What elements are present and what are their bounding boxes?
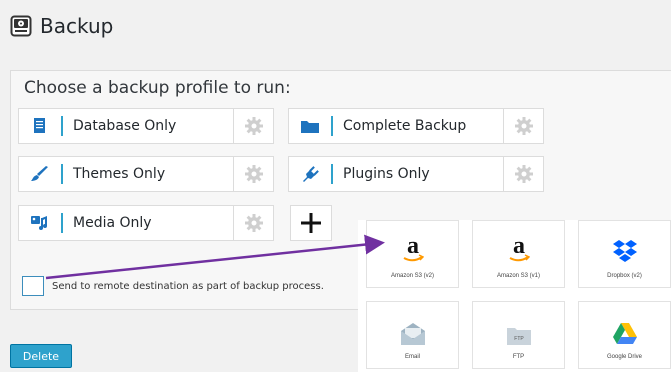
profile-plugins-only[interactable]: Plugins Only: [288, 156, 544, 192]
delete-button[interactable]: Delete: [10, 344, 72, 368]
destination-label: Amazon S3 (v1): [496, 273, 541, 279]
profile-label: Plugins Only: [343, 166, 430, 182]
gear-icon: [244, 165, 263, 183]
remote-destination-checkbox[interactable]: [22, 276, 44, 296]
profile-label: Themes Only: [73, 166, 166, 182]
profile-settings-button[interactable]: [233, 109, 273, 143]
svg-text:a: a: [513, 233, 525, 259]
destination-label: Dropbox (v2): [607, 273, 642, 279]
destination-amazon-s3-v1[interactable]: a Amazon S3 (v1): [472, 220, 565, 288]
destination-amazon-s3-v2[interactable]: a Amazon S3 (v2): [366, 220, 459, 288]
destination-label: FTP: [512, 354, 525, 360]
media-icon: [31, 216, 47, 230]
destination-dropbox-v2[interactable]: Dropbox (v2): [578, 220, 671, 288]
amazon-icon: a: [508, 229, 530, 265]
gear-icon: [514, 165, 533, 183]
gear-icon: [244, 214, 263, 232]
profile-database-only[interactable]: Database Only: [18, 108, 274, 144]
profile-complete-backup[interactable]: Complete Backup: [288, 108, 544, 144]
profile-settings-button[interactable]: [503, 157, 543, 191]
gear-icon: [244, 117, 263, 135]
destination-ftp[interactable]: FTP FTP: [472, 301, 565, 369]
dropbox-icon: [612, 229, 638, 265]
add-profile-button[interactable]: [290, 205, 332, 241]
profile-settings-button[interactable]: [503, 109, 543, 143]
plugin-icon: [303, 166, 319, 182]
paintbrush-icon: [31, 166, 48, 181]
remote-destination-label: Send to remote destination as part of ba…: [52, 280, 324, 292]
profile-themes-only[interactable]: Themes Only: [18, 156, 274, 192]
page-title: Backup: [40, 14, 114, 38]
gear-icon: [514, 117, 533, 135]
remote-destination-option: Send to remote destination as part of ba…: [22, 276, 324, 296]
ftp-icon: FTP: [506, 310, 532, 346]
profile-label: Database Only: [73, 118, 177, 134]
destination-label: Amazon S3 (v2): [390, 273, 435, 279]
svg-text:a: a: [407, 233, 419, 259]
folder-icon: [301, 121, 319, 133]
email-icon: [400, 310, 426, 346]
choose-profile-label: Choose a backup profile to run:: [24, 78, 291, 98]
google-drive-icon: [612, 310, 638, 346]
database-icon: [34, 118, 45, 133]
svg-text:FTP: FTP: [514, 336, 524, 342]
plus-icon: [301, 213, 321, 233]
destination-google-drive[interactable]: Google Drive: [578, 301, 671, 369]
profile-label: Complete Backup: [343, 118, 467, 134]
profile-label: Media Only: [73, 215, 152, 231]
destination-label: Email: [404, 354, 420, 360]
destination-label: Google Drive: [606, 354, 642, 360]
profile-settings-button[interactable]: [233, 206, 273, 240]
profile-media-only[interactable]: Media Only: [18, 205, 274, 241]
destination-email[interactable]: Email: [366, 301, 459, 369]
page-header: Backup: [10, 14, 113, 38]
profile-settings-button[interactable]: [233, 157, 273, 191]
backup-disk-icon: [10, 15, 32, 37]
amazon-icon: a: [402, 229, 424, 265]
